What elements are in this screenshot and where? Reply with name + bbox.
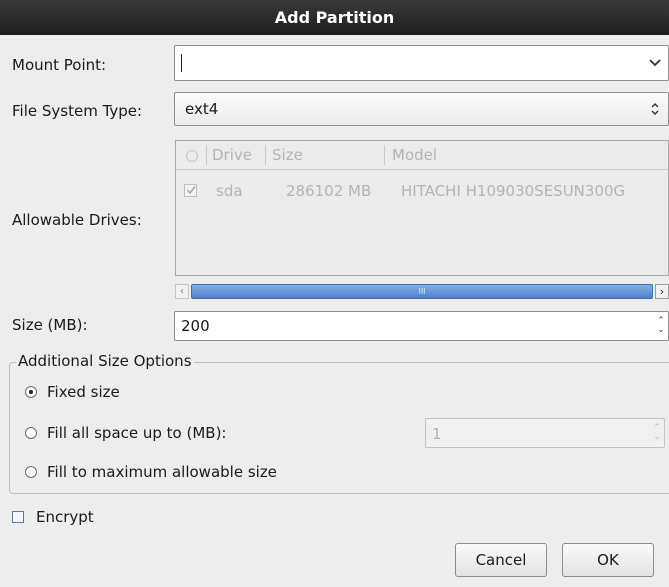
fill-max-option[interactable]: Fill to maximum allowable size — [25, 463, 277, 481]
dialog-title-bar: Add Partition — [0, 0, 669, 35]
column-drive[interactable]: Drive — [212, 146, 252, 164]
fill-max-radio[interactable] — [25, 466, 37, 478]
ok-button-label: OK — [597, 551, 619, 569]
encrypt-label: Encrypt — [36, 508, 94, 526]
fs-type-combo[interactable]: ext4 — [174, 92, 669, 126]
size-label: Size (MB): — [12, 316, 88, 334]
updown-chevron-icon[interactable] — [642, 93, 668, 125]
scroll-left-arrow-icon[interactable]: ‹ — [175, 284, 189, 299]
mount-point-combo[interactable] — [174, 45, 669, 81]
column-separator — [384, 145, 385, 165]
scroll-thumb[interactable]: III — [191, 284, 653, 299]
cancel-button[interactable]: Cancel — [455, 543, 547, 577]
size-spinbutton[interactable]: 200 ⌃ ⌄ — [174, 311, 669, 341]
allowable-drives-label: Allowable Drives: — [12, 211, 142, 229]
size-value: 200 — [181, 317, 210, 335]
column-separator — [206, 145, 207, 165]
fs-type-value: ext4 — [185, 100, 219, 118]
size-spin-arrows-icon[interactable]: ⌃ ⌄ — [654, 312, 668, 340]
chevron-down-icon[interactable] — [642, 46, 668, 80]
encrypt-checkbox[interactable] — [12, 511, 24, 523]
scroll-grip: III — [418, 287, 426, 296]
fill-upto-value: 1 — [432, 425, 442, 443]
drive-name: sda — [216, 182, 243, 200]
fill-max-label: Fill to maximum allowable size — [47, 463, 277, 481]
drives-table-header: Drive Size Model — [176, 141, 668, 170]
encrypt-option[interactable]: Encrypt — [12, 508, 94, 526]
column-separator — [265, 145, 266, 165]
fill-upto-option[interactable]: Fill all space up to (MB): — [25, 424, 227, 442]
fixed-size-radio[interactable] — [25, 386, 37, 398]
drives-horizontal-scrollbar[interactable]: ‹ III › — [175, 283, 669, 301]
select-column-icon — [186, 150, 198, 162]
fill-upto-spin-arrows-icon: ⌃ ⌄ — [653, 423, 661, 442]
column-model[interactable]: Model — [392, 146, 437, 164]
fs-type-label: File System Type: — [12, 102, 143, 120]
drive-model: HITACHI H109030SESUN300G — [401, 182, 626, 200]
mount-point-label: Mount Point: — [12, 56, 107, 74]
dialog-title: Add Partition — [274, 8, 395, 27]
size-options-legend: Additional Size Options — [16, 352, 194, 370]
fixed-size-label: Fixed size — [47, 383, 120, 401]
drive-size: 286102 MB — [286, 182, 372, 200]
scroll-right-arrow-icon[interactable]: › — [655, 284, 669, 299]
drive-checkbox[interactable] — [184, 184, 197, 197]
text-cursor — [181, 54, 182, 72]
drives-tree-view[interactable]: Drive Size Model sda 286102 MB HITACHI H… — [175, 140, 669, 276]
fill-upto-label: Fill all space up to (MB): — [47, 424, 227, 442]
fixed-size-option[interactable]: Fixed size — [25, 383, 120, 401]
fill-upto-spinbutton: 1 ⌃ ⌄ — [425, 418, 665, 448]
cancel-button-label: Cancel — [475, 551, 527, 569]
ok-button[interactable]: OK — [562, 543, 654, 577]
fill-upto-radio[interactable] — [25, 427, 37, 439]
column-size[interactable]: Size — [272, 146, 303, 164]
